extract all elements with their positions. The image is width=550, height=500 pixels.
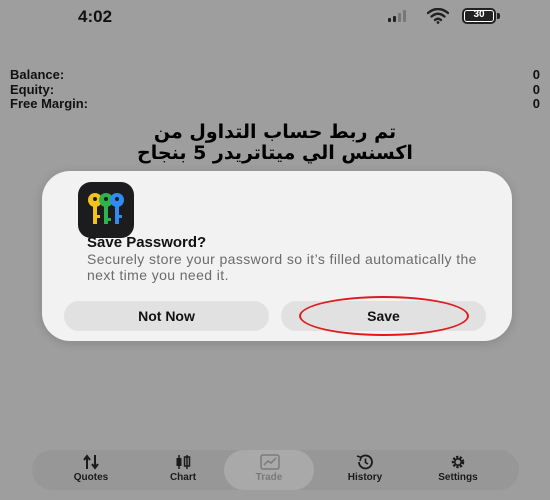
free-margin-row: Free Margin: 0 <box>10 96 540 111</box>
equity-row: Equity: 0 <box>10 82 540 97</box>
save-password-dialog: Save Password? Securely store your passw… <box>42 171 512 341</box>
tab-history[interactable]: History <box>320 450 410 490</box>
gear-icon <box>451 455 465 469</box>
status-time: 4:02 <box>78 7 113 26</box>
balance-label: Balance: <box>10 67 65 82</box>
candlestick-icon <box>176 455 191 469</box>
tab-quotes[interactable]: Quotes <box>46 450 136 490</box>
save-button[interactable]: Save <box>281 301 486 331</box>
signal-icon <box>388 10 406 22</box>
message-line-1: تم ربط حساب التداول من <box>153 121 397 143</box>
balance-value: 0 <box>532 67 540 82</box>
tab-label: Chart <box>169 472 197 483</box>
free-margin-label: Free Margin: <box>10 96 89 111</box>
dialog-title: Save Password? <box>87 234 207 251</box>
trade-chart-icon <box>260 454 280 470</box>
equity-label: Equity: <box>10 82 55 97</box>
dialog-description: Securely store your password so it’s fil… <box>87 251 477 283</box>
history-icon <box>356 454 373 470</box>
tab-label: Quotes <box>73 472 109 483</box>
tab-label: Trade <box>255 472 283 483</box>
tab-label: History <box>347 472 383 483</box>
connection-message: تم ربط حساب التداول من اكسنس الي ميتاتري… <box>60 122 490 164</box>
keys-icon <box>78 182 134 238</box>
tab-label: Settings <box>438 472 478 483</box>
not-now-button[interactable]: Not Now <box>64 301 269 331</box>
wifi-icon <box>427 8 449 24</box>
battery-level: 30 <box>473 9 485 20</box>
balance-row: Balance: 0 <box>10 67 540 82</box>
battery-icon: 30 <box>462 8 496 24</box>
tab-chart[interactable]: Chart <box>138 450 228 490</box>
message-line-2: اكسنس الي ميتاتريدر 5 بنجاح <box>137 142 413 164</box>
equity-value: 0 <box>532 82 540 97</box>
free-margin-value: 0 <box>532 96 540 111</box>
status-bar: 4:02 30 <box>0 0 550 34</box>
bottom-tab-bar: Quotes Chart Trade History Settings <box>32 450 519 490</box>
tab-trade[interactable]: Trade <box>224 450 314 490</box>
arrows-updown-icon <box>83 454 99 470</box>
tab-settings[interactable]: Settings <box>413 450 503 490</box>
